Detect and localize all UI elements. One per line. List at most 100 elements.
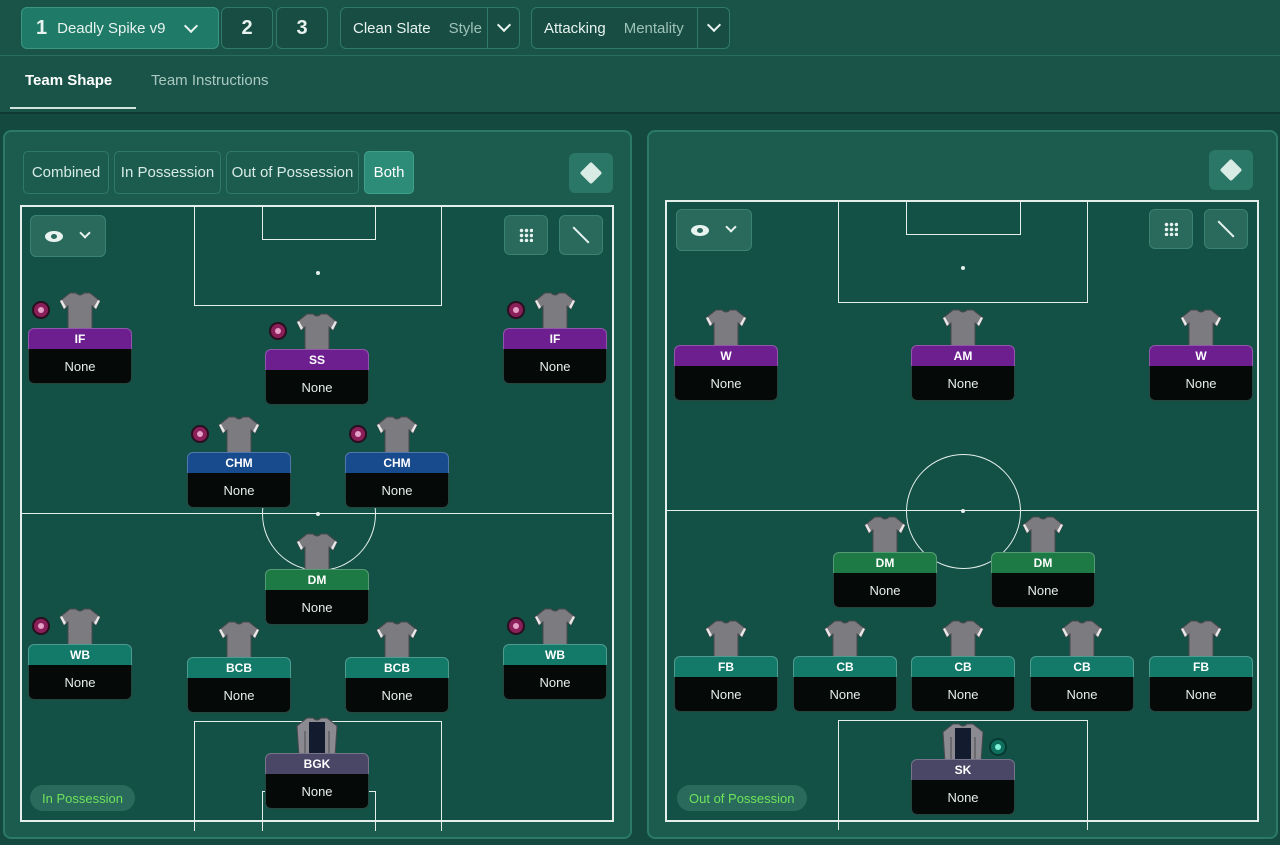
segment-out-of-possession[interactable]: Out of Possession [226,151,359,194]
tab-team-instructions[interactable]: Team Instructions [151,72,269,89]
role-label: DM [991,552,1095,573]
segment-combined[interactable]: Combined [23,151,109,194]
duty-label: None [28,349,132,384]
role-label: W [1149,345,1253,366]
style-dropdown-button[interactable] [487,8,519,48]
chevron-down-icon [496,17,511,33]
tactic-3-tab[interactable]: 3 [276,7,328,49]
shirt-icon [376,416,418,455]
expand-icon [1218,221,1234,237]
player-card-cb-left[interactable]: CB None [793,619,897,715]
duty-label: None [265,774,369,809]
in-possession-badge: In Possession [30,785,135,811]
grid-icon [1164,222,1178,236]
role-label: DM [265,569,369,590]
grid-view-button[interactable] [504,215,548,255]
expand-icon [573,227,589,243]
role-label: IF [28,328,132,349]
mentality-label: Mentality [623,19,684,37]
player-card-chm-left[interactable]: CHM None [187,415,291,511]
role-label: CB [793,656,897,677]
role-label: FB [1149,656,1253,677]
expand-pitch-button-right[interactable] [1204,209,1248,249]
player-card-bcb-right[interactable]: BCB None [345,620,449,716]
view-options-button-right[interactable] [676,209,752,251]
player-card-fb-right[interactable]: FB None [1149,619,1253,715]
segment-both[interactable]: Both [364,151,414,194]
player-card-chm-right[interactable]: CHM None [345,415,449,511]
top-six-yard-box [262,205,376,240]
tactic-number: 1 [36,16,48,39]
player-card-w-left[interactable]: W None [674,308,778,404]
role-label: SK [911,759,1015,780]
player-card-dm-right[interactable]: DM None [991,515,1095,611]
grid-icon [519,228,533,242]
player-card-if-left[interactable]: IF None [28,291,132,387]
player-card-sk[interactable]: SK None [911,722,1015,818]
role-label: SS [265,349,369,370]
shirt-icon [1180,620,1222,659]
pin-icon [191,425,209,443]
expand-pitch-button[interactable] [559,215,603,255]
player-card-fb-left[interactable]: FB None [674,619,778,715]
style-value: Clean Slate [353,19,431,37]
role-label: CHM [187,452,291,473]
duty-label: None [265,370,369,405]
role-label: AM [911,345,1015,366]
player-card-dm-left[interactable]: DM None [833,515,937,611]
shirt-icon [534,292,576,331]
style-selector[interactable]: Clean Slate Style [340,7,520,49]
pin-icon [989,738,1007,756]
centre-spot [316,512,320,516]
shirt-icon [376,621,418,660]
player-card-ss[interactable]: SS None [265,312,369,408]
pin-icon [507,301,525,319]
tactic-1-selector[interactable]: 1 Deadly Spike v9 [21,7,219,49]
shirt-icon [864,516,906,555]
player-card-w-right[interactable]: W None [1149,308,1253,404]
player-card-bcb-left[interactable]: BCB None [187,620,291,716]
tactic-tag-button[interactable] [569,153,613,193]
duty-label: None [911,366,1015,401]
duty-label: None [345,473,449,508]
mentality-dropdown-button[interactable] [697,8,729,48]
role-label: CB [911,656,1015,677]
role-label: BGK [265,753,369,774]
role-label: WB [503,644,607,665]
role-label: BCB [187,657,291,678]
tactic-tag-button-right[interactable] [1209,150,1253,190]
grid-view-button-right[interactable] [1149,209,1193,249]
player-card-wb-right[interactable]: WB None [503,607,607,703]
player-card-wb-left[interactable]: WB None [28,607,132,703]
shirt-icon [59,292,101,331]
shirt-icon [218,621,260,660]
shirt-icon [218,416,260,455]
player-card-dm[interactable]: DM None [265,532,369,628]
goalkeeper-shirt-icon [296,717,338,756]
top-penalty-spot [316,271,320,275]
duty-label: None [503,349,607,384]
player-card-am[interactable]: AM None [911,308,1015,404]
player-card-cb-right[interactable]: CB None [1030,619,1134,715]
shirt-icon [59,608,101,647]
eye-icon [45,231,63,242]
chevron-down-icon [706,17,721,33]
tag-icon [1219,158,1243,182]
chevron-down-icon [725,221,737,233]
duty-label: None [187,678,291,713]
tab-team-shape[interactable]: Team Shape [25,72,112,89]
tactics-header: 1 Deadly Spike v9 2 3 Clean Slate Style … [0,0,1280,114]
role-label: DM [833,552,937,573]
player-card-if-right[interactable]: IF None [503,291,607,387]
segment-in-possession[interactable]: In Possession [114,151,221,194]
duty-label: None [28,665,132,700]
active-tab-underline [10,107,136,109]
player-card-cb-centre[interactable]: CB None [911,619,1015,715]
shirt-icon [534,608,576,647]
mentality-selector[interactable]: Attacking Mentality [531,7,730,49]
duty-label: None [911,677,1015,712]
out-of-possession-badge: Out of Possession [677,785,807,811]
tactic-2-tab[interactable]: 2 [221,7,273,49]
view-options-button[interactable] [30,215,106,257]
player-card-bgk[interactable]: BGK None [265,716,369,812]
